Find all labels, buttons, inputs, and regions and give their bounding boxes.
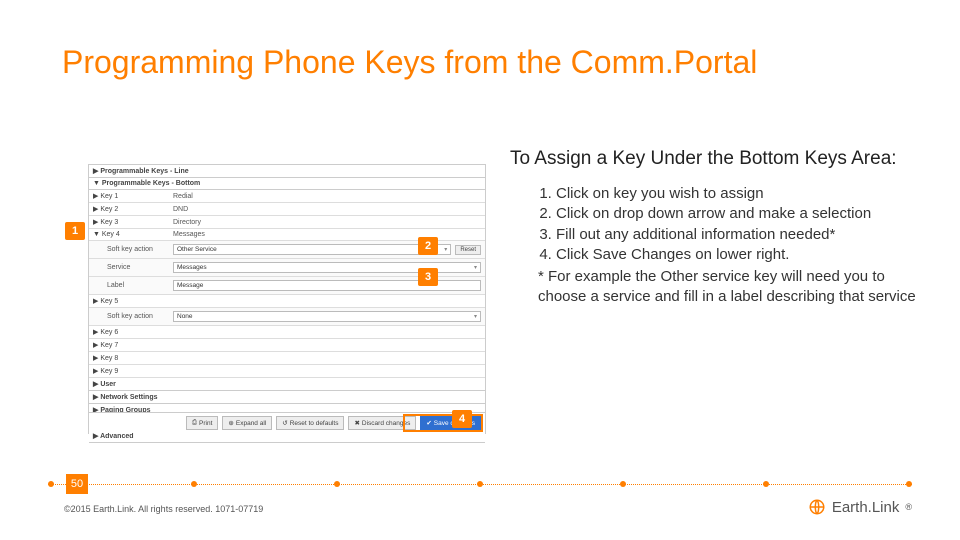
field-label: Label (107, 282, 173, 289)
instruction-note: * For example the Other service key will… (510, 267, 930, 308)
section-network[interactable]: ▶ Network Settings (89, 391, 485, 404)
instructions-list: Click on key you wish to assign Click on… (510, 184, 930, 265)
section-bottom-keys[interactable]: ▼ Programmable Keys - Bottom (89, 178, 485, 190)
key-row[interactable]: ▶ Key 9 (89, 365, 485, 378)
slide-title: Programming Phone Keys from the Comm.Por… (62, 44, 757, 81)
key-name: ▼ Key 4 (93, 231, 173, 238)
check-icon: ✔ (426, 419, 431, 427)
soft-key-action-select[interactable]: None ▾ (173, 311, 481, 322)
key-value: Directory (173, 219, 481, 226)
instruction-step: Click Save Changes on lower right. (556, 245, 930, 265)
instructions-heading: To Assign a Key Under the Bottom Keys Ar… (510, 148, 930, 170)
instruction-step: Click on drop down arrow and make a sele… (556, 204, 930, 224)
callout-4: 4 (452, 410, 472, 428)
field-label: Soft key action (107, 313, 173, 320)
registered-icon: ® (905, 502, 912, 512)
soft-key-action-select[interactable]: Other Service ▾ (173, 244, 451, 255)
field-label: Service (107, 264, 173, 271)
copyright-text: ©2015 Earth.Link. All rights reserved. 1… (64, 504, 263, 514)
field-label: Soft key action (107, 246, 173, 253)
expand-icon: ⊕ (228, 419, 233, 427)
section-line-keys[interactable]: ▶ Programmable Keys - Line (89, 165, 485, 178)
section-user[interactable]: ▶ User (89, 378, 485, 391)
key-row[interactable]: ▶ Key 1 Redial (89, 190, 485, 203)
key-row[interactable]: ▶ Key 8 (89, 352, 485, 365)
key-row[interactable]: ▶ Key 7 (89, 339, 485, 352)
chevron-down-icon: ▾ (474, 264, 477, 271)
key-row[interactable]: ▶ Key 6 (89, 326, 485, 339)
key-row[interactable]: ▶ Key 3 Directory (89, 216, 485, 229)
key-row[interactable]: ▶ Key 2 DND (89, 203, 485, 216)
commportal-screenshot: ▶ Programmable Keys - Line ▼ Programmabl… (88, 164, 486, 434)
page-number: 50 (66, 474, 88, 494)
key-value: Redial (173, 193, 481, 200)
key-name: ▶ Key 2 (93, 205, 173, 213)
chevron-down-icon: ▾ (474, 313, 477, 320)
earthlink-logo: Earth.Link ® (808, 498, 912, 516)
key-value: DND (173, 206, 481, 213)
expand-all-button[interactable]: ⊕Expand all (222, 416, 272, 430)
footer-divider (48, 484, 912, 485)
key-name: ▶ Key 3 (93, 218, 173, 226)
reset-button[interactable]: Reset (455, 245, 481, 255)
key-row[interactable]: ▶ Key 5 (89, 295, 485, 308)
key-name: ▶ Key 5 (93, 297, 173, 305)
chevron-down-icon: ▾ (444, 246, 447, 253)
callout-3: 3 (418, 268, 438, 286)
soft-key-action-row: Soft key action None ▾ (89, 308, 485, 326)
instructions-block: To Assign a Key Under the Bottom Keys Ar… (510, 148, 930, 308)
callout-2: 2 (418, 237, 438, 255)
discard-button[interactable]: ✖Discard changes (348, 416, 416, 430)
key-name: ▶ Key 1 (93, 192, 173, 200)
screenshot-toolbar: ⎙Print ⊕Expand all ↺Reset to defaults ✖D… (89, 412, 485, 433)
globe-icon (808, 498, 826, 516)
discard-icon: ✖ (354, 419, 359, 427)
callout-1: 1 (65, 222, 85, 240)
print-icon: ⎙ (192, 419, 197, 427)
instruction-step: Fill out any additional information need… (556, 225, 930, 245)
print-button[interactable]: ⎙Print (186, 416, 219, 430)
reset-icon: ↺ (282, 419, 287, 427)
logo-text: Earth.Link (832, 499, 900, 516)
reset-defaults-button[interactable]: ↺Reset to defaults (276, 416, 344, 430)
instruction-step: Click on key you wish to assign (556, 184, 930, 204)
